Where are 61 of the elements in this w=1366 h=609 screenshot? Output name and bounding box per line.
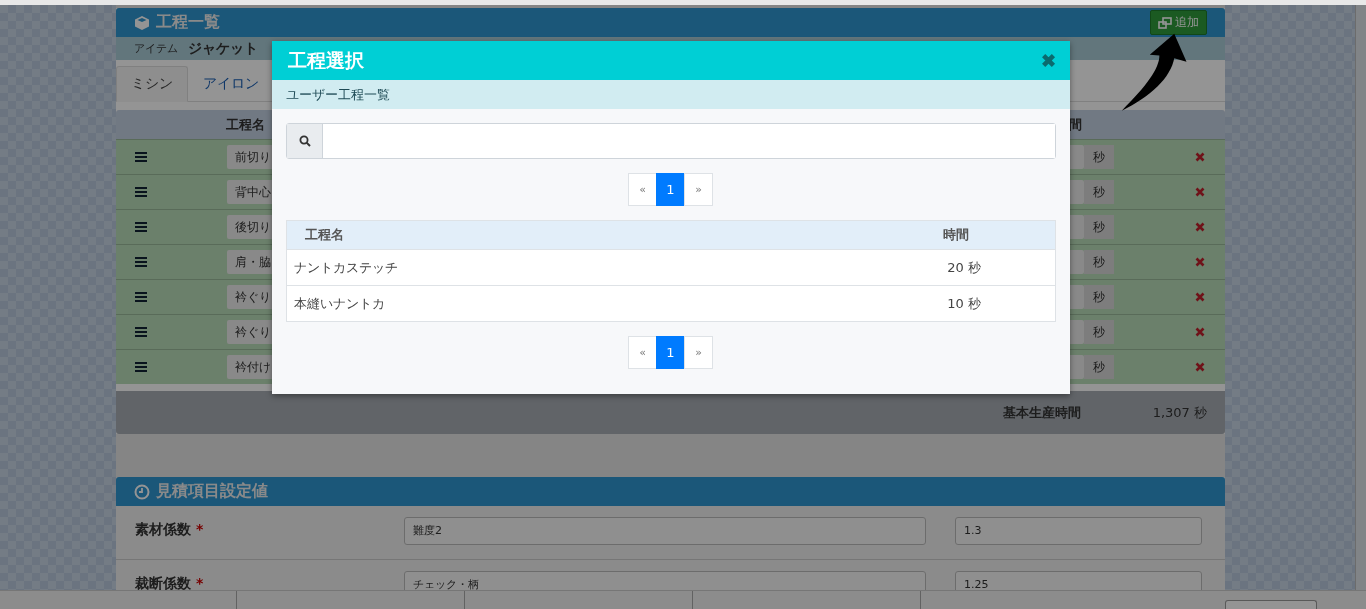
table-cell: ナントカステッチ xyxy=(294,258,398,277)
drag-handle-icon[interactable] xyxy=(135,292,147,302)
tab[interactable]: ミシン xyxy=(116,66,188,102)
column-header: 時間 xyxy=(943,226,969,244)
drag-handle-icon[interactable] xyxy=(135,222,147,232)
column-header: 工程名 xyxy=(305,226,344,244)
windows-icon xyxy=(1158,16,1172,29)
table-cell: 本縫いナントカ xyxy=(294,294,385,313)
drag-handle-icon[interactable] xyxy=(135,327,147,337)
unit-addon: 秒 xyxy=(1084,320,1114,344)
next-page-button[interactable]: » xyxy=(684,336,713,369)
page-button[interactable]: 1 xyxy=(656,336,685,369)
tab[interactable]: アイロン xyxy=(188,66,274,102)
clock-icon xyxy=(134,483,150,500)
panel-title: 見積項目設定値 xyxy=(156,481,268,502)
item-value: ジャケット xyxy=(188,39,258,58)
unit-addon: 秒 xyxy=(1084,180,1114,204)
delete-icon[interactable] xyxy=(1195,187,1205,197)
unit-addon: 秒 xyxy=(1084,145,1114,169)
delete-icon[interactable] xyxy=(1195,327,1205,337)
item-label: アイテム xyxy=(134,41,178,56)
subtitle: ユーザー工程一覧 xyxy=(286,85,390,104)
total-label: 基本生産時間 xyxy=(1002,403,1081,422)
process-row[interactable]: 本縫いナントカ 10 秒 xyxy=(287,285,1055,321)
field-label: 素材係数 * xyxy=(135,520,205,539)
drag-handle-icon[interactable] xyxy=(135,152,147,162)
previous-page-button[interactable]: « xyxy=(628,173,657,206)
value-field[interactable]: チェック・柄 xyxy=(404,571,926,590)
cube-icon xyxy=(134,14,150,31)
table-cell: 20 秒 xyxy=(947,258,981,277)
dialog-title: 工程選択 xyxy=(288,47,364,73)
panel-title: 工程一覧 xyxy=(156,12,220,33)
column-header: 工程名 xyxy=(226,115,265,134)
next-page-button[interactable]: » xyxy=(684,173,713,206)
unit-addon: 秒 xyxy=(1084,215,1114,239)
close-button[interactable]: ✖ xyxy=(1041,49,1056,72)
delete-icon[interactable] xyxy=(1195,362,1205,372)
delete-icon[interactable] xyxy=(1195,152,1205,162)
previous-page-button[interactable]: « xyxy=(628,336,657,369)
total-value: 1,307 秒 xyxy=(1152,403,1207,422)
delete-icon[interactable] xyxy=(1195,257,1205,267)
search-field[interactable] xyxy=(286,123,1056,159)
field-label: 裁断係数 * xyxy=(135,574,205,590)
process-row[interactable]: ナントカステッチ 20 秒 xyxy=(287,249,1055,285)
scrollbar[interactable] xyxy=(1355,5,1366,590)
drag-handle-icon[interactable] xyxy=(135,187,147,197)
delete-icon[interactable] xyxy=(1195,222,1205,232)
unit-addon: 秒 xyxy=(1084,250,1114,274)
unit-addon: 秒 xyxy=(1084,355,1114,379)
factor-field[interactable]: 1.25 xyxy=(955,571,1202,590)
table-cell: 10 秒 xyxy=(947,294,981,313)
unit-addon: 秒 xyxy=(1084,285,1114,309)
delete-icon[interactable] xyxy=(1195,292,1205,302)
add-button[interactable]: 追加 xyxy=(1150,10,1207,35)
page-button[interactable]: 1 xyxy=(656,173,685,206)
drag-handle-icon[interactable] xyxy=(135,362,147,372)
column-header: 間 xyxy=(1069,115,1082,134)
factor-field[interactable]: 1.3 xyxy=(955,517,1202,545)
search-icon xyxy=(298,135,311,147)
drag-handle-icon[interactable] xyxy=(135,257,147,267)
value-field[interactable]: 難度2 xyxy=(404,517,926,545)
